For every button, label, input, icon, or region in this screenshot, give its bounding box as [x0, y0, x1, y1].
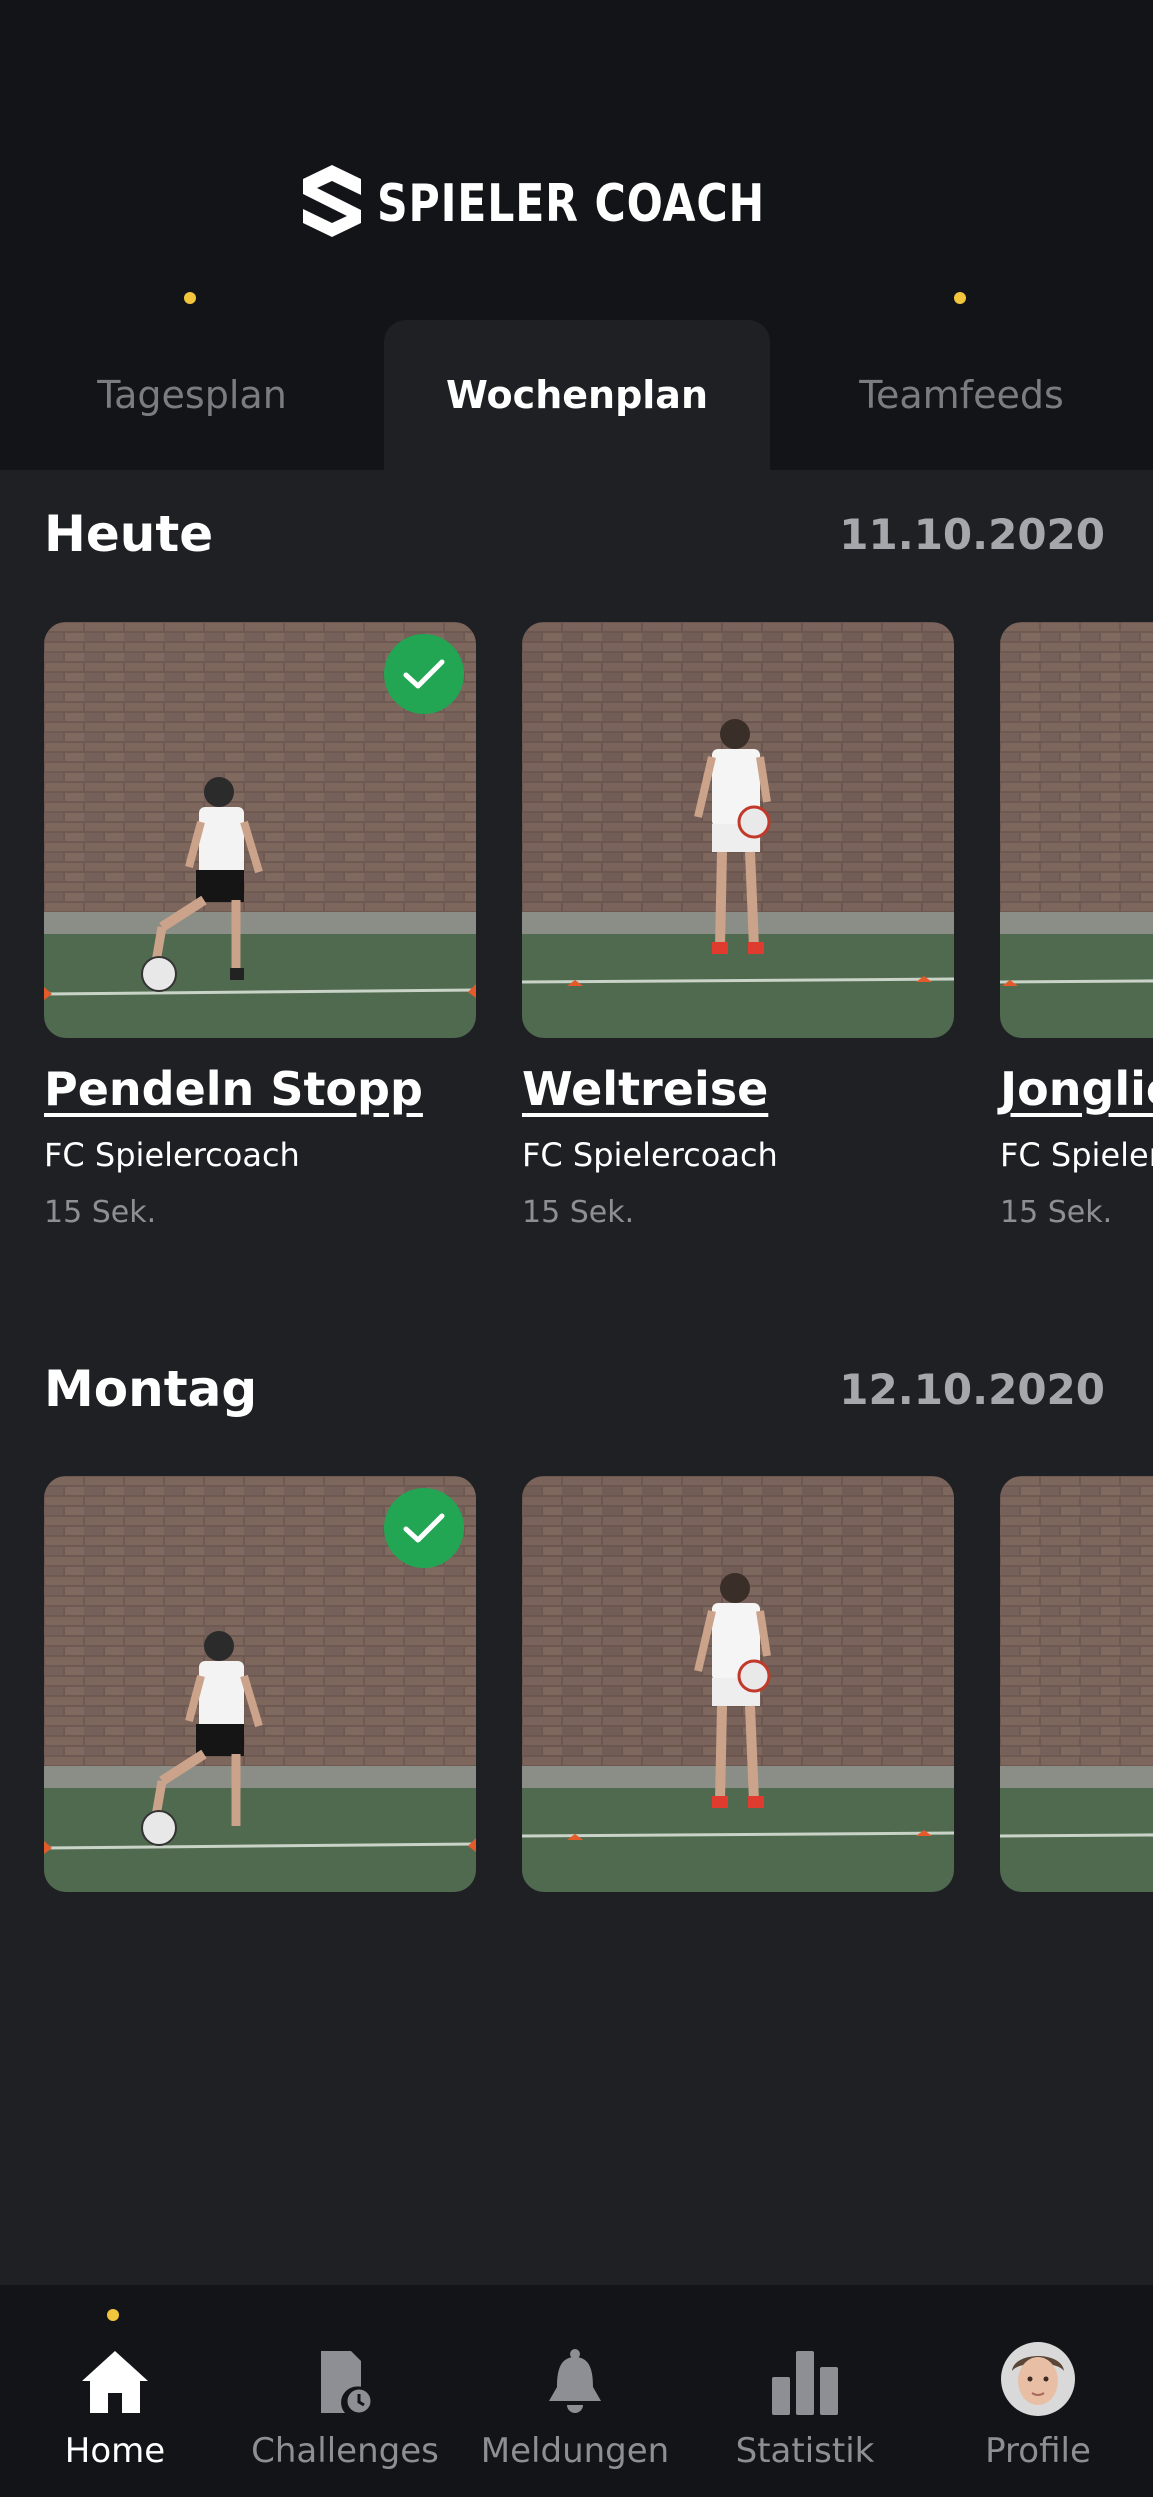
exercise-photo: [1000, 622, 1153, 1038]
app-header: SPIELER COACH Tagesplan Wochenplan Teamf…: [0, 0, 1153, 470]
tab-tagesplan-notification-dot: [184, 292, 196, 304]
nav-profile[interactable]: Profile: [923, 2285, 1153, 2497]
challenges-icon: [321, 2351, 374, 2416]
exercise-duration: 15 Sek.: [1000, 1195, 1113, 1230]
bar-chart-icon: [772, 2351, 838, 2415]
tab-tagesplan[interactable]: Tagesplan: [0, 320, 384, 470]
nav-label: Home: [64, 2431, 166, 2471]
completed-check-icon: [384, 634, 464, 714]
exercise-club: FC Spielercoach: [1000, 1136, 1153, 1174]
exercise-thumbnail[interactable]: [44, 1476, 476, 1892]
brand-name: SPIELER COACH: [376, 174, 765, 234]
exercise-title-link[interactable]: Pendeln Stopp: [44, 1062, 423, 1116]
bell-icon: [549, 2349, 601, 2413]
home-icon: [82, 2351, 148, 2413]
exercise-duration: 15 Sek.: [522, 1195, 635, 1230]
nav-label: Challenges: [251, 2431, 439, 2471]
exercise-duration: 15 Sek.: [44, 1195, 157, 1230]
logo-icon: [302, 165, 361, 237]
exercise-photo: [522, 1476, 954, 1892]
exercise-thumbnail[interactable]: [522, 1476, 954, 1892]
exercise-photo: [522, 622, 954, 1038]
section-date-monday: 12.10.2020: [839, 1365, 1105, 1414]
tab-teamfeeds[interactable]: Teamfeeds: [770, 320, 1153, 470]
nav-meldungen[interactable]: Meldungen: [460, 2285, 690, 2497]
tab-wochenplan[interactable]: Wochenplan: [384, 320, 770, 470]
nav-label: Profile: [985, 2431, 1091, 2471]
brand-logo: SPIELER COACH: [0, 165, 1153, 243]
exercise-club: FC Spielercoach: [44, 1136, 300, 1174]
exercise-thumbnail-jonglieren[interactable]: [1000, 622, 1153, 1038]
nav-challenges[interactable]: Challenges: [230, 2285, 460, 2497]
nav-statistik[interactable]: Statistik: [690, 2285, 920, 2497]
avatar: [1001, 2342, 1075, 2416]
nav-home[interactable]: Home: [0, 2285, 230, 2497]
bottom-navigation: Home Challenges Meldungen Statistik Prof…: [0, 2285, 1153, 2497]
section-title-monday: Montag: [44, 1360, 258, 1418]
section-title-today: Heute: [44, 505, 214, 563]
exercise-thumbnail[interactable]: [1000, 1476, 1153, 1892]
section-date-today: 11.10.2020: [839, 510, 1105, 559]
tab-teamfeeds-notification-dot: [954, 292, 966, 304]
exercise-title-link[interactable]: Weltreise: [522, 1062, 768, 1116]
exercise-thumbnail-pendeln-stopp[interactable]: [44, 622, 476, 1038]
exercise-club: FC Spielercoach: [522, 1136, 778, 1174]
exercise-title-link[interactable]: Jonglieren: [1000, 1062, 1153, 1116]
exercise-thumbnail-weltreise[interactable]: [522, 622, 954, 1038]
nav-label: Statistik: [735, 2431, 875, 2471]
tab-label: Teamfeeds: [859, 373, 1064, 417]
completed-check-icon: [384, 1488, 464, 1568]
nav-label: Meldungen: [480, 2431, 670, 2471]
exercise-photo: [1000, 1476, 1153, 1892]
tab-label: Tagesplan: [97, 373, 287, 417]
tab-label: Wochenplan: [446, 373, 708, 417]
